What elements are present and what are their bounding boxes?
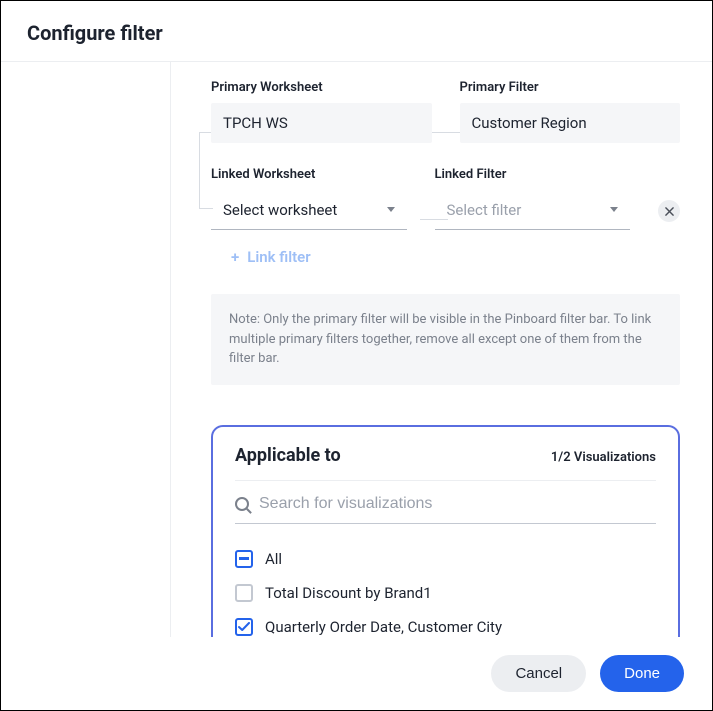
note-box: Note: Only the primary filter will be vi… (211, 294, 680, 385)
list-item: Total Discount by Brand1 (235, 576, 656, 610)
visualization-list: All Total Discount by Brand1 Quarterly O… (235, 524, 656, 638)
chevron-down-icon (387, 207, 395, 212)
field-label: Primary Worksheet (211, 80, 432, 95)
modal-title: Configure filter (27, 21, 686, 45)
linked-worksheet-field: Linked Worksheet Select worksheet (211, 167, 407, 230)
primary-filter-value: Customer Region (460, 103, 681, 143)
field-label: Linked Worksheet (211, 167, 407, 182)
chevron-down-icon (610, 207, 618, 212)
search-icon (235, 497, 249, 511)
modal-footer: Cancel Done (1, 637, 712, 710)
list-item: Quarterly Order Date, Customer City (235, 610, 656, 638)
visualization-search[interactable] (235, 481, 656, 524)
linked-filter-field: Linked Filter Select filter (435, 167, 631, 230)
close-icon (665, 207, 674, 216)
checkbox[interactable] (235, 584, 253, 602)
primary-worksheet-field: Primary Worksheet TPCH WS (211, 80, 432, 143)
applicable-title: Applicable to (235, 445, 341, 466)
list-item: All (235, 542, 656, 576)
search-input[interactable] (259, 495, 656, 513)
link-filter-button[interactable]: + Link filter (219, 242, 323, 272)
field-label: Linked Filter (435, 167, 631, 182)
primary-worksheet-value: TPCH WS (211, 103, 432, 143)
link-filter-label: Link filter (247, 248, 310, 266)
applicable-to-panel: Applicable to 1/2 Visualizations All (211, 425, 680, 638)
configure-filter-modal: Configure filter Primary Worksheet TPCH … (0, 0, 713, 711)
modal-sidebar (1, 62, 171, 637)
checkbox-all[interactable] (235, 550, 253, 568)
field-label: Primary Filter (460, 80, 681, 95)
primary-filter-field: Primary Filter Customer Region (460, 80, 681, 143)
remove-linked-filter-button[interactable] (658, 200, 680, 222)
linked-worksheet-select[interactable]: Select worksheet (211, 190, 407, 230)
list-item-label: All (265, 550, 282, 568)
connector-line (199, 132, 200, 208)
select-value: Select worksheet (223, 201, 337, 219)
list-item-label: Quarterly Order Date, Customer City (265, 618, 502, 636)
linked-filter-select[interactable]: Select filter (435, 190, 631, 230)
connector-line (420, 219, 448, 220)
modal-header: Configure filter (1, 1, 712, 62)
modal-content: Primary Worksheet TPCH WS Primary Filter… (171, 62, 712, 637)
select-placeholder: Select filter (447, 201, 522, 219)
connector-line (432, 132, 460, 133)
list-item-label: Total Discount by Brand1 (265, 584, 432, 602)
applicable-header: Applicable to 1/2 Visualizations (235, 445, 656, 481)
plus-icon: + (231, 248, 239, 266)
cancel-button[interactable]: Cancel (491, 655, 586, 692)
applicable-count: 1/2 Visualizations (551, 450, 656, 465)
done-button[interactable]: Done (600, 655, 684, 692)
checkbox[interactable] (235, 618, 253, 636)
modal-body: Primary Worksheet TPCH WS Primary Filter… (1, 62, 712, 637)
